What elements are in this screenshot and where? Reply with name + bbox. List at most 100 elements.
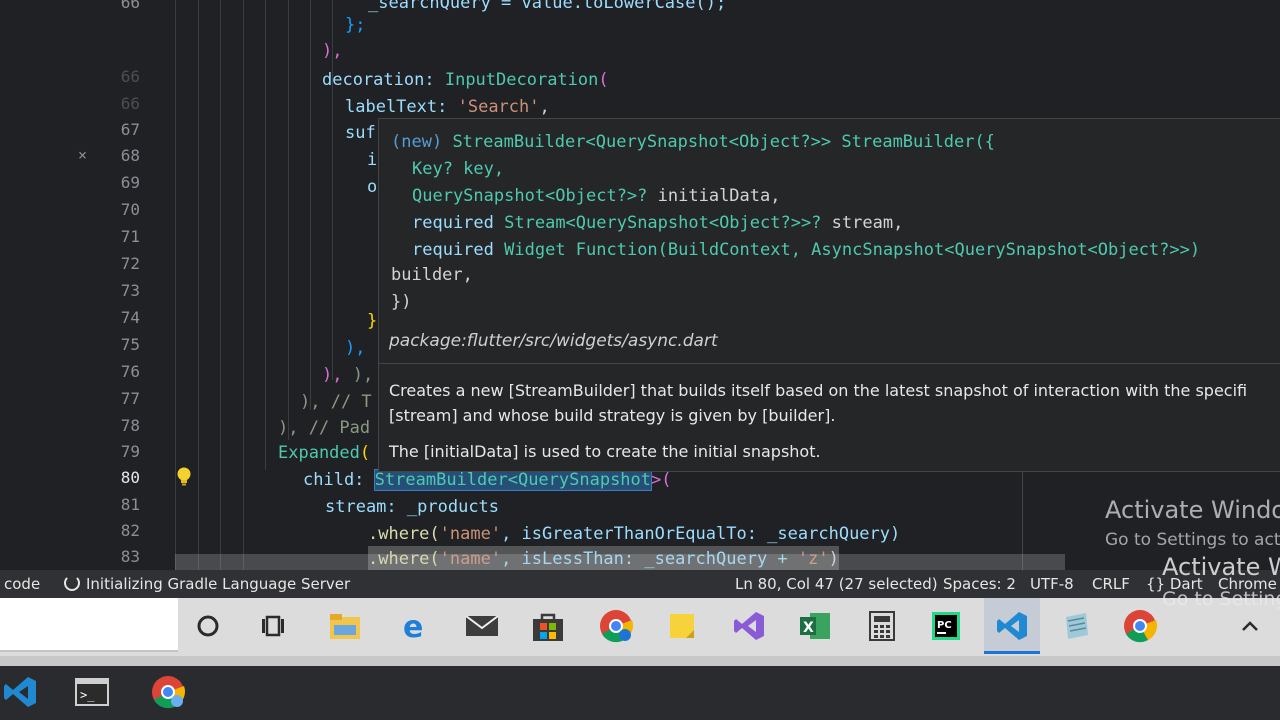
code-line: stream: _products <box>325 494 499 520</box>
indent-guide <box>220 0 221 570</box>
line-number: 82 <box>120 521 140 540</box>
code-token: labelText: <box>345 97 448 117</box>
code-line: i <box>367 150 378 170</box>
signature-line: (new) StreamBuilder<QuerySnapshot<Object… <box>391 129 995 155</box>
indent-guide <box>243 0 244 570</box>
indent-guide <box>310 0 311 410</box>
signature-line: builder, <box>391 265 473 285</box>
vscode-icon[interactable] <box>994 608 1030 644</box>
svg-text:X: X <box>803 620 814 636</box>
pycharm-icon[interactable]: PC <box>928 608 964 644</box>
line-number: 66 <box>120 0 140 12</box>
loading-spinner-icon <box>64 575 80 591</box>
terminal-icon[interactable]: >_ <box>74 674 110 710</box>
task-view-icon[interactable] <box>256 608 292 644</box>
indent-guide <box>288 0 289 440</box>
active-app-indicator <box>984 651 1040 654</box>
activate-windows-subtitle: Go to Settings to act <box>1105 530 1280 550</box>
code-token: 'Search' <box>457 97 540 117</box>
signature-line: required Widget Function(BuildContext, A… <box>412 237 1200 263</box>
activate-windows-subtitle-overlay: Go to Setting <box>1162 588 1280 610</box>
sig-token: initialData, <box>657 186 781 206</box>
bezel <box>0 656 1280 666</box>
line-number: 81 <box>120 495 140 514</box>
status-encoding[interactable]: UTF-8 <box>1030 575 1074 593</box>
code-token: >( <box>651 470 672 490</box>
file-explorer-icon[interactable] <box>327 608 363 644</box>
svg-text:PC: PC <box>937 620 952 631</box>
line-number: 76 <box>120 362 140 381</box>
hover-tooltip: (new) StreamBuilder<QuerySnapshot<Object… <box>378 118 1280 472</box>
code-line: ), <box>345 338 366 358</box>
breakpoint-x-icon[interactable]: × <box>78 146 87 164</box>
signature-line: Key? key, <box>412 159 505 179</box>
vscode-icon-secondary[interactable] <box>2 674 38 710</box>
code-line: .where('name', isGreaterThanOrEqualTo: _… <box>368 521 900 547</box>
lightbulb-icon[interactable] <box>176 467 192 487</box>
mail-icon[interactable] <box>464 608 500 644</box>
line-number: 69 <box>120 173 140 192</box>
svg-text:e: e <box>403 610 423 642</box>
code-editor[interactable]: 66 66 66 67 68 69 70 71 72 73 74 75 76 7… <box>0 0 1280 570</box>
selected-text[interactable]: StreamBuilder<QuerySnapshot <box>373 469 653 491</box>
status-cursor-position[interactable]: Ln 80, Col 47 (27 selected) <box>735 575 938 593</box>
excel-icon[interactable]: X <box>797 608 833 644</box>
status-task-label: Initializing Gradle Language Server <box>86 575 351 593</box>
status-indentation[interactable]: Spaces: 2 <box>943 575 1016 593</box>
line-number: 79 <box>120 442 140 461</box>
sig-token: required <box>412 240 494 260</box>
sig-token: Stream<QuerySnapshot<Object?>>? <box>504 213 822 233</box>
sig-token: QuerySnapshot<Object?>? <box>412 186 648 206</box>
store-icon[interactable] <box>530 608 566 644</box>
chevron-up-icon[interactable] <box>1232 608 1268 644</box>
line-number: 67 <box>120 120 140 139</box>
code-token: .where( <box>368 524 440 544</box>
edge-browser-icon[interactable]: e <box>397 608 433 644</box>
status-left-label[interactable]: code <box>4 575 40 593</box>
line-number: 73 <box>120 281 140 300</box>
code-line: suf <box>345 123 376 143</box>
sig-token: (new) <box>391 132 443 152</box>
chrome-canary-icon[interactable] <box>150 674 186 710</box>
chrome-icon[interactable] <box>1122 608 1158 644</box>
line-number: 70 <box>120 200 140 219</box>
horizontal-scrollbar[interactable] <box>175 554 1065 570</box>
code-line: } <box>367 311 378 331</box>
activate-windows-title-overlay: Activate Wind <box>1162 553 1280 581</box>
code-line: labelText: 'Search', <box>345 97 550 117</box>
code-line: decoration: InputDecoration( <box>322 70 609 90</box>
line-number: 75 <box>120 335 140 354</box>
indent-guide <box>265 0 266 470</box>
signature-line: QuerySnapshot<Object?>? initialData, <box>412 183 780 209</box>
line-number: 83 <box>120 547 140 566</box>
package-path: package:flutter/src/widgets/async.dart <box>389 331 718 351</box>
calculator-icon[interactable] <box>864 608 900 644</box>
sig-token: required <box>412 213 494 233</box>
code-token: 'name' <box>439 524 502 544</box>
code-token: decoration: <box>322 70 435 90</box>
code-line: ), <box>322 41 343 61</box>
notepad-icon[interactable] <box>1058 608 1094 644</box>
status-task[interactable]: Initializing Gradle Language Server <box>64 575 350 593</box>
line-number-active: 80 <box>120 468 140 487</box>
taskbar-search-box[interactable] <box>0 598 178 652</box>
line-number: 74 <box>120 308 140 327</box>
line-number: 77 <box>120 389 140 408</box>
indent-guide <box>198 0 199 570</box>
svg-text:>_: >_ <box>80 688 95 702</box>
code-line: ), // T <box>300 392 372 412</box>
code-token: InputDecoration <box>444 70 599 90</box>
line-number: 78 <box>120 416 140 435</box>
cortana-circle-icon[interactable] <box>190 608 226 644</box>
status-bar: code Initializing Gradle Language Server… <box>0 570 1280 598</box>
sticky-notes-icon[interactable] <box>664 608 700 644</box>
status-eol[interactable]: CRLF <box>1092 575 1130 593</box>
chrome-profile-icon[interactable] <box>598 608 634 644</box>
visual-studio-icon[interactable] <box>731 608 767 644</box>
sig-token: Widget Function(BuildContext, AsyncSnaps… <box>504 240 1201 260</box>
line-number: 66 <box>120 94 140 113</box>
sig-token: StreamBuilder({ <box>841 132 995 152</box>
activate-windows-title: Activate Windo <box>1105 496 1280 524</box>
code-line: o <box>367 177 378 197</box>
signature-line: }) <box>391 292 412 312</box>
